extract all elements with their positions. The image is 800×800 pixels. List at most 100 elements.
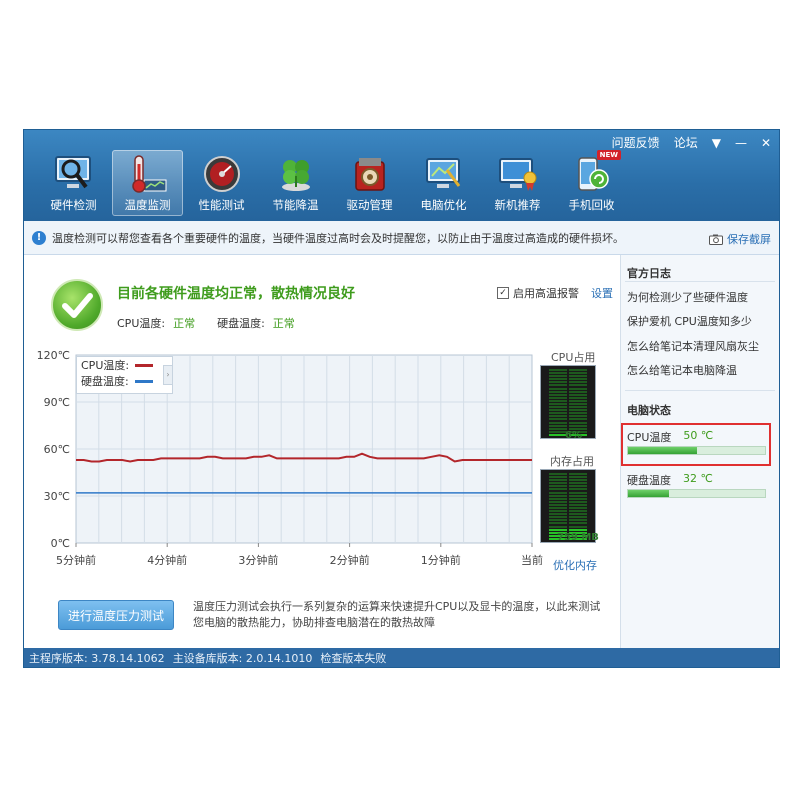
meter-segment — [569, 406, 587, 409]
log-title: 官方日志 — [627, 267, 671, 280]
phone-recycle-icon — [577, 157, 609, 191]
meter-segment — [569, 381, 587, 384]
meter-segment — [549, 390, 567, 393]
meter-segment — [549, 513, 567, 516]
status-ok-icon — [51, 279, 103, 331]
cpu-temp-label: CPU温度 — [627, 431, 672, 444]
meter-segment — [549, 375, 567, 378]
meter-segment — [549, 503, 567, 506]
nav-pc-optimize[interactable]: 电脑优化 — [408, 150, 479, 216]
save-screenshot-label: 保存截屏 — [727, 233, 771, 246]
meter-segment — [569, 522, 587, 525]
nav-phone-recycle[interactable]: NEW 手机回收 — [556, 150, 627, 216]
y-tick-label: 60℃ — [44, 443, 70, 456]
legend-label: 硬盘温度: — [81, 375, 129, 388]
meter-segment — [569, 510, 587, 513]
meter-segment — [569, 491, 587, 494]
nav-label: 电脑优化 — [420, 198, 467, 212]
meter-segment — [569, 369, 587, 371]
meter-segment — [569, 485, 587, 488]
info-bar: ! 温度检测可以帮您查看各个重要硬件的温度，当硬件温度过高时会及时提醒您，以防止… — [24, 221, 779, 255]
meter-segment — [569, 399, 587, 402]
feedback-link[interactable]: 问题反馈 — [612, 134, 660, 151]
log-link[interactable]: 怎么给笔记本电脑降温 — [627, 362, 737, 378]
disk-temp-row: 硬盘温度 32 ℃ — [627, 472, 713, 488]
nav-label: 驱动管理 — [346, 198, 393, 212]
log-link[interactable]: 保护爱机 CPU温度知多少 — [627, 313, 752, 329]
meter-segment — [549, 396, 567, 399]
meter-segment — [549, 399, 567, 402]
meter-segment — [569, 476, 587, 479]
settings-link[interactable]: 设置 — [591, 285, 613, 301]
x-tick-label: 5分钟前 — [56, 553, 96, 565]
nav-label: 新机推荐 — [494, 198, 541, 212]
magnifier-monitor-icon — [54, 156, 91, 189]
meter-segment — [569, 516, 587, 519]
menu-icon[interactable]: ▼ — [712, 136, 721, 150]
disk-temp-bar — [627, 489, 766, 498]
cpu-usage-title: CPU占用 — [551, 351, 596, 364]
nav-new-pc-recommend[interactable]: 新机推荐 — [482, 150, 553, 216]
meter-segment — [569, 393, 587, 396]
meter-segment — [549, 415, 567, 418]
cpu-usage-meter — [540, 365, 596, 439]
nav-hardware-detect[interactable]: 硬件检测 — [38, 150, 109, 216]
legend-collapse-icon[interactable]: › — [163, 365, 173, 385]
nav-performance-test[interactable]: 性能测试 — [186, 150, 257, 216]
window-controls: 问题反馈 论坛 ▼ — ✕ — [612, 134, 771, 151]
meter-segment — [549, 510, 567, 513]
log-link[interactable]: 为何检测少了些硬件温度 — [627, 289, 748, 305]
app-window: 问题反馈 论坛 ▼ — ✕ 硬件检测 温度监测 性能测试 节能降温 驱动管理 电… — [23, 129, 780, 668]
meter-segment — [549, 406, 567, 409]
meter-segment — [549, 497, 567, 500]
stress-test-button[interactable]: 进行温度压力测试 — [58, 600, 174, 630]
x-tick-label: 当前 — [521, 553, 543, 565]
db-version: 主设备库版本: 2.0.14.1010 — [172, 652, 313, 665]
status-headline: 目前各硬件温度均正常，散热情况良好 — [117, 286, 355, 302]
log-link[interactable]: 怎么给笔记本清理风扇灰尘 — [627, 338, 759, 354]
minimize-icon[interactable]: — — [735, 136, 747, 150]
meter-segment — [569, 384, 587, 387]
meter-segment — [549, 482, 567, 485]
meter-segment — [549, 421, 567, 424]
meter-segment — [549, 494, 567, 497]
nav-label: 节能降温 — [272, 198, 319, 212]
meter-segment — [549, 381, 567, 384]
meter-segment — [569, 378, 587, 381]
legend-label: CPU温度: — [81, 359, 130, 372]
optimize-memory-link[interactable]: 优化内存 — [553, 557, 597, 573]
meter-segment — [549, 372, 567, 375]
meter-segment — [569, 513, 587, 516]
status-bar: 主程序版本: 3.78.14.1062 主设备库版本: 2.0.14.1010 … — [24, 648, 779, 667]
meter-segment — [569, 482, 587, 485]
forum-link[interactable]: 论坛 — [674, 134, 698, 151]
memory-usage-value: 759 MB — [557, 532, 599, 543]
meter-segment — [549, 500, 567, 503]
save-screenshot-button[interactable]: 保存截屏 — [709, 231, 771, 247]
meter-segment — [569, 418, 587, 421]
nav-temperature-monitor[interactable]: 温度监测 — [112, 150, 183, 216]
alarm-label: 启用高温报警 — [513, 287, 579, 300]
meter-segment — [549, 384, 567, 387]
memory-usage-title: 内存占用 — [550, 455, 594, 468]
meter-segment — [569, 500, 587, 503]
meter-segment — [569, 412, 587, 415]
meter-segment — [549, 387, 567, 390]
info-icon: ! — [32, 230, 46, 245]
meter-segment — [569, 503, 587, 506]
meter-segment — [549, 528, 567, 531]
nav-driver-management[interactable]: 驱动管理 — [334, 150, 405, 216]
x-tick-label: 1分钟前 — [421, 553, 461, 565]
meter-segment — [569, 479, 587, 482]
meter-segment — [569, 497, 587, 500]
meter-segment — [569, 525, 587, 528]
close-icon[interactable]: ✕ — [761, 136, 771, 150]
meter-segment — [549, 369, 567, 371]
meter-segment — [569, 421, 587, 424]
meter-segment — [549, 485, 567, 488]
alarm-checkbox[interactable]: ✓ — [497, 287, 509, 299]
nav-energy-saving[interactable]: 节能降温 — [260, 150, 331, 216]
divider — [625, 390, 775, 391]
cpu-status-label: CPU温度: — [117, 317, 166, 330]
speedometer-icon — [203, 156, 240, 192]
